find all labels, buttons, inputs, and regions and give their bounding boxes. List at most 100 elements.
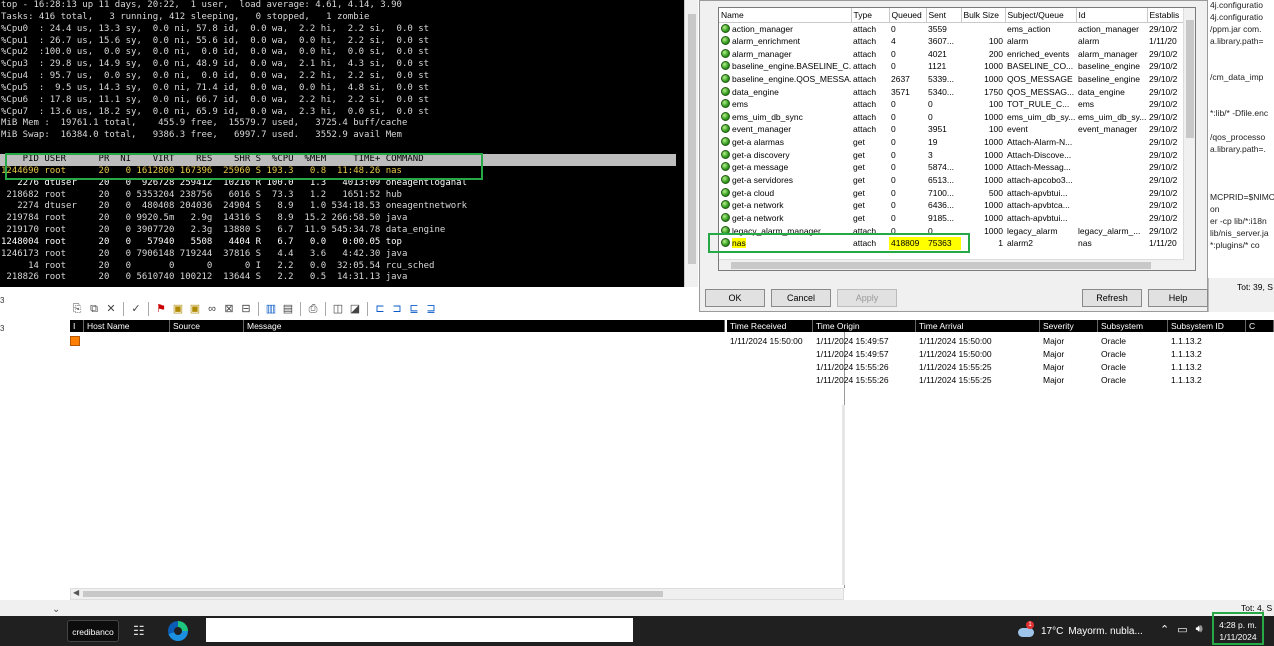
- right-status-panel: Tot: 39, S: [1208, 278, 1274, 312]
- queue-row[interactable]: data_engine attach 3571 5340... 1750 QOS_MESS…: [719, 85, 1184, 98]
- folder-icon[interactable]: ▣: [188, 302, 202, 316]
- scroll-left-arrow-icon[interactable]: ◀: [73, 588, 79, 597]
- cancel-button[interactable]: Cancel: [771, 289, 831, 307]
- window-icon[interactable]: ◫: [331, 302, 345, 316]
- queue-column-header[interactable]: Type: [851, 8, 890, 23]
- col-time-origin-header[interactable]: Time Origin: [813, 320, 916, 332]
- filter-icon[interactable]: ⊒: [424, 302, 438, 316]
- status-green-icon: [721, 124, 730, 134]
- queue-column-header[interactable]: Bulk Size: [961, 8, 1006, 23]
- col-message-header[interactable]: Message: [244, 320, 725, 332]
- queue-row[interactable]: legacy_alarm_manager attach 0 0 1000 legacy_a…: [719, 224, 1184, 237]
- queue-list[interactable]: Name Type Queued Sent Bulk Size Subject/Queue…: [718, 7, 1196, 271]
- alarm-row[interactable]: 1/11/2024 15:55:26 1/11/2024 15:55:25 Majo…: [727, 374, 1274, 387]
- queue-row[interactable]: get-a message get 0 5874... 1000 Attach-Messa…: [719, 161, 1184, 174]
- queue-list-vscroll-thumb[interactable]: [1186, 20, 1194, 138]
- network-icon[interactable]: ▭: [1177, 623, 1187, 636]
- alarm-hscroll-thumb[interactable]: [83, 591, 663, 597]
- filter-icon[interactable]: ⊑: [407, 302, 421, 316]
- queue-cell: 1000: [984, 200, 1003, 211]
- queue-row[interactable]: get-a network get 0 6436... 1000 attach-apvbt…: [719, 199, 1184, 212]
- queue-row[interactable]: alarm_enrichment attach 4 3607... 100 alarm al…: [719, 35, 1184, 48]
- ok-button[interactable]: OK: [705, 289, 765, 307]
- filter-icon[interactable]: ⊏: [373, 302, 387, 316]
- queue-row[interactable]: get-a cloud get 0 7100... 500 attach-apvbtui.…: [719, 186, 1184, 199]
- toolbar-separator: [325, 302, 326, 316]
- col-c-header[interactable]: C: [1246, 320, 1274, 332]
- refresh-button[interactable]: Refresh: [1082, 289, 1142, 307]
- chevron-down-icon[interactable]: ⌄: [52, 604, 60, 615]
- queue-row[interactable]: get-a network get 0 9185... 1000 attach-apvbt…: [719, 212, 1184, 225]
- task-view-icon[interactable]: ☷: [133, 624, 147, 638]
- tool-icon[interactable]: ⊠: [222, 302, 236, 316]
- col-time-received-header[interactable]: Time Received: [727, 320, 813, 332]
- alarm-row[interactable]: 1/11/2024 15:50:00 1/11/2024 15:49:57 1/11…: [727, 335, 1274, 348]
- col-severity-header[interactable]: Severity: [1040, 320, 1098, 332]
- alarm-row[interactable]: 1/11/2024 15:55:26 1/11/2024 15:55:25 Majo…: [727, 361, 1274, 374]
- queue-name: baseline_engine.BASELINE_C...: [732, 61, 851, 72]
- pane-splitter[interactable]: [842, 405, 845, 585]
- queue-cell: action_manager: [1078, 23, 1139, 34]
- binoculars-icon[interactable]: ∞: [205, 302, 219, 316]
- col-hostname-header[interactable]: Host Name: [84, 320, 170, 332]
- apply-button[interactable]: Apply: [837, 289, 897, 307]
- queue-row[interactable]: ems_uim_db_sync attach 0 0 1000 ems_uim_db_sy…: [719, 110, 1184, 123]
- credibanco-app-button[interactable]: credibanco: [67, 620, 119, 642]
- queue-column-header[interactable]: Establis: [1147, 8, 1185, 23]
- queue-cell: data_engine: [1078, 86, 1125, 97]
- terminal-scroll-thumb[interactable]: [688, 14, 696, 264]
- queue-row[interactable]: baseline_engine.BASELINE_C... attach 0 1121…: [719, 60, 1184, 73]
- status-green-icon: [721, 175, 730, 184]
- terminal-line: MiB Swap: 16384.0 total, 9386.3 free, 69…: [1, 130, 402, 141]
- queue-column-header[interactable]: Name: [719, 8, 852, 23]
- queue-name-cell: get-a alarmas: [719, 136, 851, 149]
- traffic-light-icon[interactable]: ⚑: [154, 302, 168, 316]
- alarm-row[interactable]: 1/11/2024 15:49:57 1/11/2024 15:50:00 Majo…: [727, 348, 1274, 361]
- alarm-hscrollbar[interactable]: ◀: [70, 588, 844, 600]
- col-icon-header[interactable]: I: [70, 320, 84, 332]
- queue-row[interactable]: action_manager attach 0 3559 ems_action actio…: [719, 22, 1184, 35]
- weather-widget[interactable]: 1 17°C Mayorm. nubla...: [1016, 621, 1143, 639]
- queue-row[interactable]: nas attach 418809 75363 1 alarm2 nas 1/11/20: [719, 236, 1184, 250]
- queue-list-hscrollbar[interactable]: [719, 259, 1184, 270]
- queue-row[interactable]: event_manager attach 0 3951 100 event event_ma…: [719, 123, 1184, 136]
- queue-row[interactable]: alarm_manager attach 0 4021 200 enriched_even…: [719, 47, 1184, 60]
- col-time-arrival-header[interactable]: Time Arrival: [916, 320, 1040, 332]
- col-subsystem-id-header[interactable]: Subsystem ID: [1168, 320, 1246, 332]
- filter-icon[interactable]: ⊐: [390, 302, 404, 316]
- help-button[interactable]: Help: [1148, 289, 1208, 307]
- chevron-up-icon[interactable]: ⌃: [1160, 623, 1169, 636]
- queue-list-vscrollbar[interactable]: [1183, 8, 1195, 270]
- edge-browser-icon[interactable]: [168, 621, 188, 641]
- chart-icon[interactable]: ▥: [264, 302, 278, 316]
- alarm-list-body[interactable]: [0, 332, 845, 588]
- col-subsystem-header[interactable]: Subsystem: [1098, 320, 1168, 332]
- terminal-scrollbar[interactable]: [684, 0, 698, 287]
- queue-column-header[interactable]: Sent: [926, 8, 962, 23]
- delete-icon[interactable]: ✕: [104, 302, 118, 316]
- process-row: 1246173 root 20 0 7906148 719244 37816 S…: [1, 248, 408, 259]
- queue-column-header[interactable]: Id: [1076, 8, 1148, 23]
- queue-row[interactable]: ems attach 0 0 100 TOT_RULE_C... ems 29/10/2: [719, 98, 1184, 111]
- taskbar-search-box[interactable]: [206, 618, 633, 642]
- queue-row[interactable]: get-a discovery get 0 3 1000 Attach-Discove..…: [719, 148, 1184, 161]
- queue-row[interactable]: get-a servidores get 0 6513... 1000 attach-ap…: [719, 174, 1184, 187]
- col-source-header[interactable]: Source: [170, 320, 244, 332]
- queue-column-header[interactable]: Queued: [889, 8, 927, 23]
- volume-icon[interactable]: 🔊︎: [1196, 623, 1203, 636]
- queue-row[interactable]: baseline_engine.QOS_MESSA... attach 2637 53…: [719, 73, 1184, 86]
- tool-icon[interactable]: ⊟: [239, 302, 253, 316]
- columns-icon[interactable]: ▤: [281, 302, 295, 316]
- tool-icon[interactable]: ⎘: [70, 302, 84, 316]
- print-icon[interactable]: ⎙: [306, 302, 320, 316]
- window-icon[interactable]: ◪: [348, 302, 362, 316]
- queue-row[interactable]: get-a alarmas get 0 19 1000 Attach-Alarm-N...…: [719, 136, 1184, 149]
- check-icon[interactable]: ✓: [129, 302, 143, 316]
- folder-icon[interactable]: ▣: [171, 302, 185, 316]
- system-clock[interactable]: 4:28 p. m. 1/11/2024: [1214, 618, 1262, 644]
- terminal-window[interactable]: top - 16:28:13 up 11 days, 20:22, 1 user…: [0, 0, 684, 287]
- tool-icon[interactable]: ⧉: [87, 302, 101, 316]
- queue-column-header[interactable]: Subject/Queue: [1005, 8, 1077, 23]
- snippet-line: /ppm.jar com.: [1210, 24, 1262, 34]
- queue-list-hscroll-thumb[interactable]: [731, 262, 1151, 269]
